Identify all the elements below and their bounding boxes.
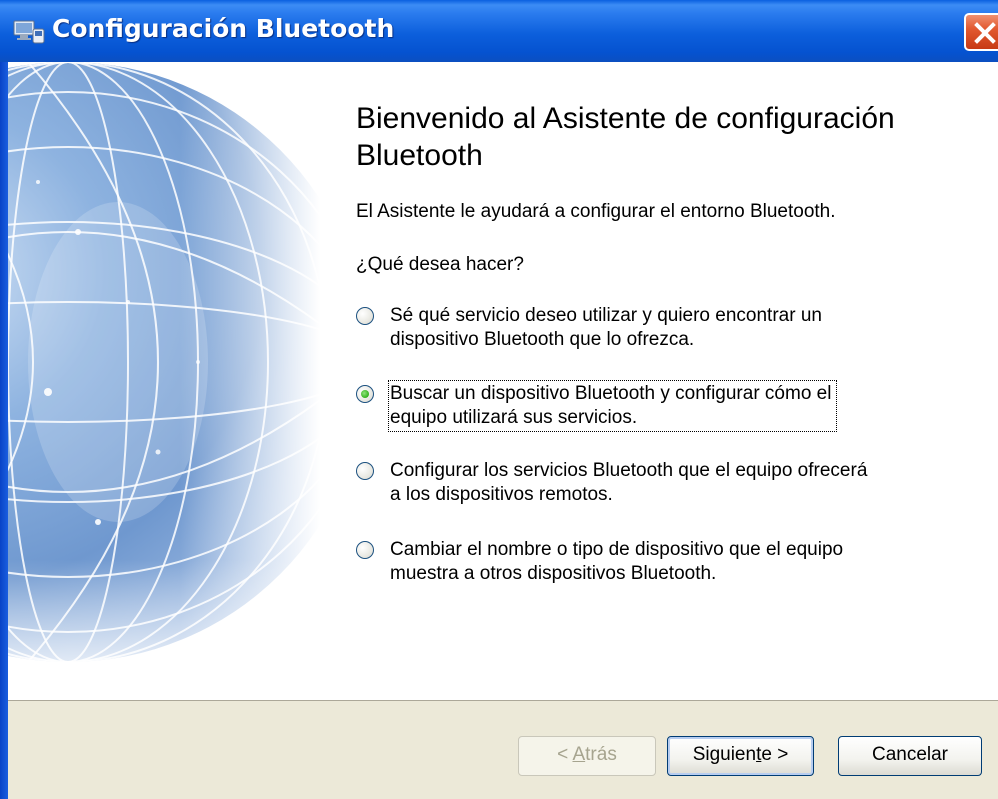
- option-label[interactable]: Buscar un dispositivo Bluetooth y config…: [387, 380, 838, 432]
- title-bar[interactable]: Configuración Bluetooth: [0, 0, 998, 62]
- next-button-prefix: Siguien: [692, 744, 757, 765]
- question-text: ¿Qué desea hacer?: [356, 254, 524, 275]
- radio-change-name[interactable]: [356, 541, 374, 559]
- back-button-rest: trás: [585, 744, 617, 765]
- back-button[interactable]: < Atrás: [518, 736, 656, 776]
- cancel-button[interactable]: Cancelar: [838, 736, 982, 776]
- option-label[interactable]: Cambiar el nombre o tipo de dispositivo …: [390, 538, 843, 586]
- radio-configure-services[interactable]: [356, 462, 374, 480]
- intro-text: El Asistente le ayudará a configurar el …: [356, 201, 836, 222]
- close-button[interactable]: [964, 13, 998, 51]
- next-button[interactable]: Siguiente >: [667, 736, 814, 776]
- back-button-prefix: <: [557, 744, 573, 765]
- option-label[interactable]: Sé qué servicio deseo utilizar y quiero …: [390, 304, 822, 352]
- bluetooth-device-icon: [13, 20, 45, 44]
- globe-illustration: [8, 62, 320, 700]
- window-frame-left: [0, 62, 8, 799]
- wizard-heading: Bienvenido al Asistente de configuración…: [356, 102, 895, 172]
- bluetooth-wizard-window: Configuración Bluetooth Bienvenido al As…: [0, 0, 998, 799]
- option-label[interactable]: Configurar los servicios Bluetooth que e…: [390, 459, 867, 507]
- back-button-mnemonic: A: [572, 744, 586, 765]
- radio-find-service[interactable]: [356, 307, 374, 325]
- next-button-rest: e >: [761, 744, 789, 765]
- radio-search-device[interactable]: [356, 385, 374, 403]
- window-title: Configuración Bluetooth: [52, 14, 395, 43]
- close-icon: [974, 22, 996, 44]
